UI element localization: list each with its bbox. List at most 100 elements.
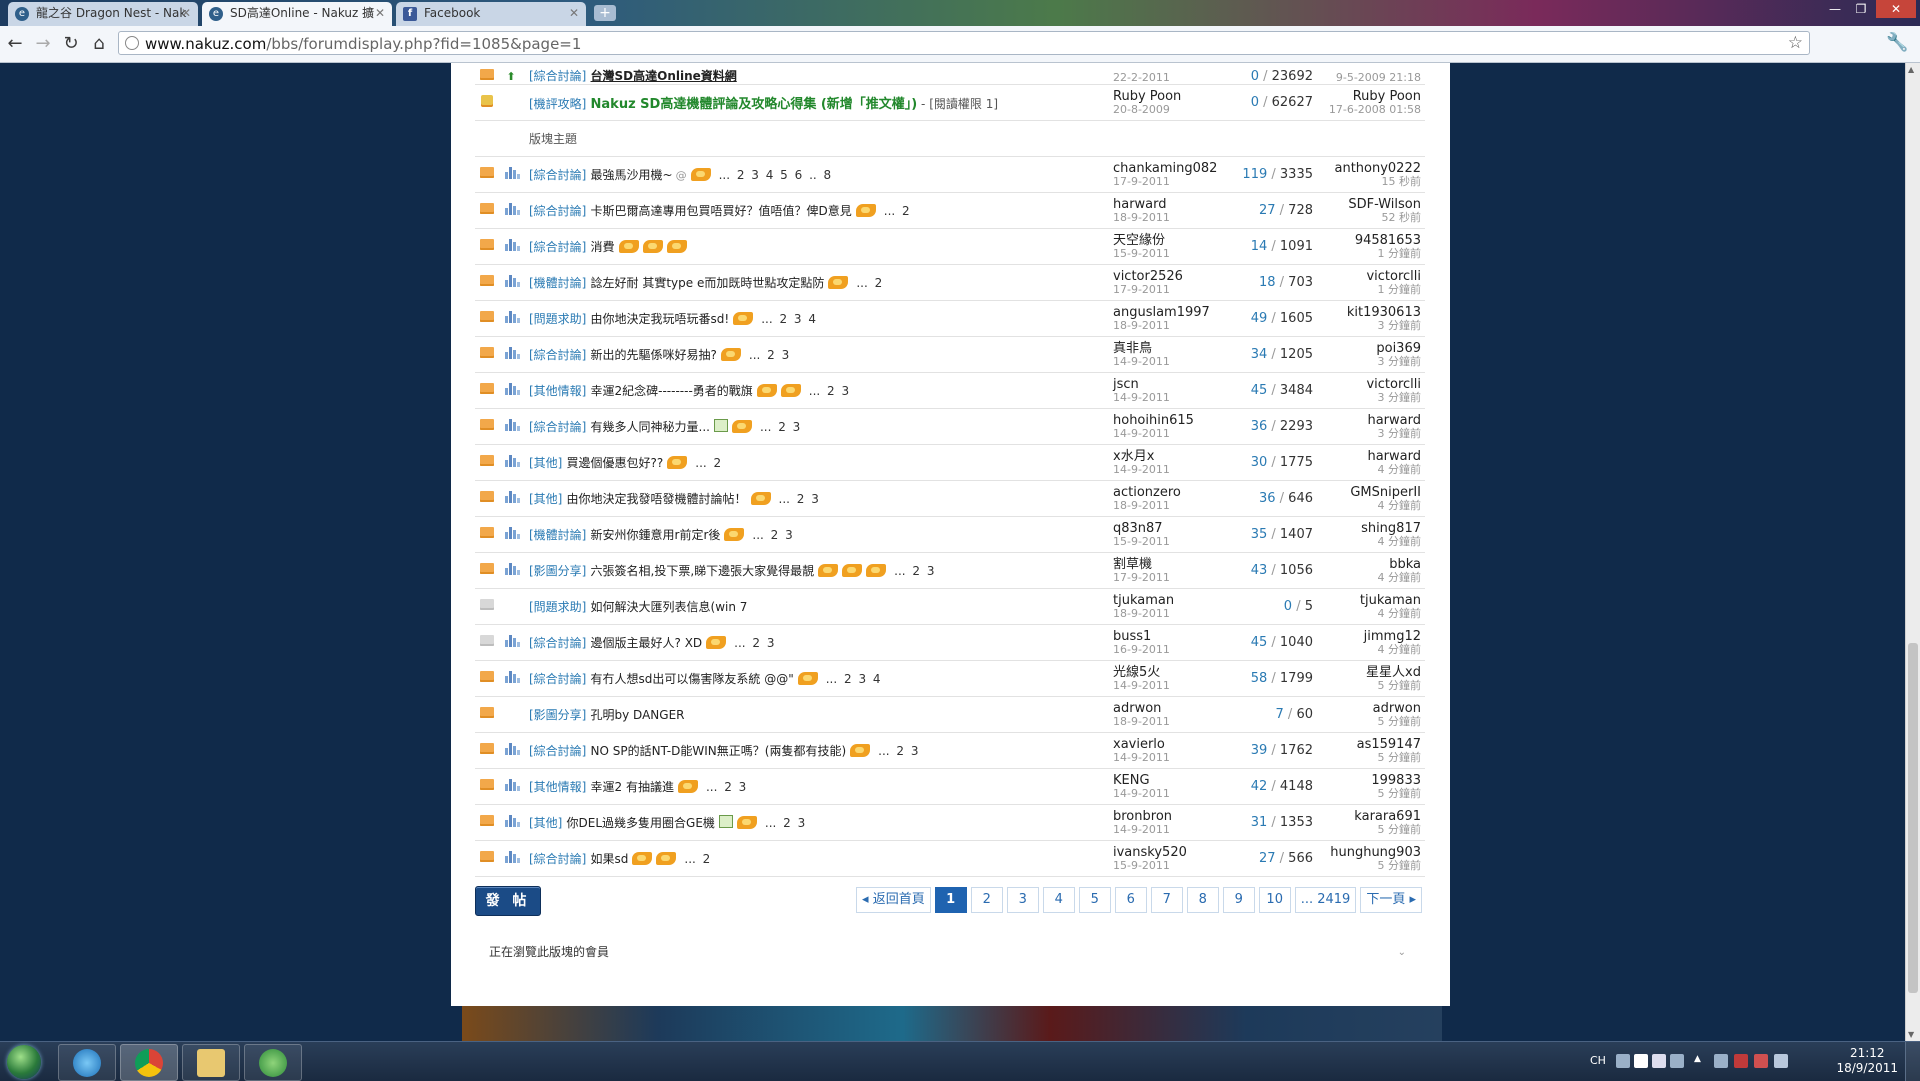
new-post-button[interactable]: 發 帖 bbox=[475, 886, 541, 916]
thread-row[interactable]: [問題求助] 由你地決定我玩唔玩番sd! ... 2 3 4 anguslam199… bbox=[475, 300, 1425, 337]
page-link[interactable]: 6 bbox=[1114, 887, 1147, 913]
wrench-menu-icon[interactable]: 🔧 bbox=[1886, 32, 1908, 53]
thread-title-link[interactable]: 邊個版主最好人? XD bbox=[591, 636, 703, 650]
language-indicator[interactable]: CH bbox=[1590, 1054, 1606, 1067]
last-post-time[interactable]: 4 分鐘前 bbox=[1321, 499, 1422, 512]
page-link[interactable]: 7 bbox=[1150, 887, 1183, 913]
thread-category-link[interactable]: [綜合討論] bbox=[529, 420, 586, 434]
last-poster-link[interactable]: 94581653 bbox=[1321, 233, 1421, 248]
thread-page-links[interactable]: ... 2 bbox=[856, 276, 882, 290]
page-info-icon[interactable] bbox=[125, 36, 139, 50]
thread-category-link[interactable]: [綜合討論] bbox=[529, 672, 586, 686]
last-post-time[interactable]: 1 分鐘前 bbox=[1321, 283, 1422, 296]
thread-category-link[interactable]: [機體討論] bbox=[529, 276, 586, 290]
address-bar[interactable]: www.nakuz.com/bbs/forumdisplay.php?fid=1… bbox=[118, 31, 1810, 55]
scroll-up-icon[interactable]: ▲ bbox=[1908, 65, 1914, 74]
thread-title-link[interactable]: 最強馬沙用機~ bbox=[591, 168, 673, 182]
close-window-icon[interactable]: ✕ bbox=[1876, 0, 1916, 18]
thread-row[interactable]: [綜合討論] NO SP的話NT-D能WIN無正嗎？(兩隻都有技能) ... 2 … bbox=[475, 732, 1425, 769]
taskbar-explorer[interactable] bbox=[182, 1044, 240, 1081]
author-link[interactable]: tjukaman bbox=[1113, 593, 1237, 608]
author-link[interactable]: Ruby Poon bbox=[1113, 89, 1237, 104]
thread-row[interactable]: [其他情報] 幸運2 有抽議進... 2 3 KENG 14-9-2011 42 / … bbox=[475, 768, 1425, 805]
thread-page-links[interactable]: ... 2 3 bbox=[752, 528, 792, 542]
taskbar-chrome[interactable] bbox=[120, 1044, 178, 1081]
page-link[interactable]: 8 bbox=[1186, 887, 1219, 913]
last-poster-link[interactable]: kit1930613 bbox=[1321, 305, 1421, 320]
thread-category-link[interactable]: [問題求助] bbox=[529, 600, 586, 614]
ime-settings-icon[interactable] bbox=[1670, 1054, 1684, 1068]
network-icon[interactable] bbox=[1714, 1054, 1728, 1068]
author-link[interactable]: victor2526 bbox=[1113, 269, 1237, 284]
page-link[interactable]: 3 bbox=[1006, 887, 1039, 913]
last-post-time[interactable]: 4 分鐘前 bbox=[1321, 571, 1422, 584]
thread-title-link[interactable]: 有冇人想sd出可以傷害隊友系統 @@" bbox=[591, 672, 794, 686]
thread-title-link[interactable]: 新安州你鍾意用r前定r後 bbox=[591, 528, 721, 542]
thread-title-link[interactable]: 諗左好耐 其實type e而加既時世點攻定點防 bbox=[591, 276, 825, 290]
thread-title-link[interactable]: 如何解決大匯列表信息(win 7 bbox=[591, 600, 748, 614]
thread-row[interactable]: [綜合討論] 有冇人想sd出可以傷害隊友系統 @@"... 2 3 4 光線5火 1… bbox=[475, 660, 1425, 697]
author-link[interactable]: x水月x bbox=[1113, 449, 1237, 464]
show-desktop-button[interactable] bbox=[1905, 1042, 1920, 1081]
last-poster-link[interactable]: victorclli bbox=[1321, 269, 1421, 284]
last-post-time[interactable]: 9-5-2009 21:18 bbox=[1321, 72, 1421, 84]
forward-icon[interactable]: → bbox=[32, 33, 54, 55]
page-link-last[interactable]: ... 2419 bbox=[1294, 887, 1357, 913]
thread-title-link[interactable]: 消費 bbox=[591, 240, 615, 254]
thread-category-link[interactable]: [其他] bbox=[529, 816, 562, 830]
thread-row[interactable]: [綜合討論] 卡斯巴爾高達專用包買唔買好？值唔值？俾D意見 ... 2 harwar… bbox=[475, 192, 1425, 229]
author-link[interactable]: xavierlo bbox=[1113, 737, 1237, 752]
last-poster-link[interactable]: GMSniperII bbox=[1321, 485, 1421, 500]
page-scrollbar[interactable]: ▲ ▼ bbox=[1905, 63, 1920, 1041]
last-post-time[interactable]: 15 秒前 bbox=[1321, 175, 1422, 188]
thread-row[interactable]: [綜合討論] 新出的先驅係咪好易抽?... 2 3 真非鳥 14-9-2011 34 … bbox=[475, 336, 1425, 373]
thread-page-links[interactable]: ... 2 3 bbox=[809, 384, 849, 398]
thread-page-links[interactable]: ... 2 3 bbox=[894, 564, 934, 578]
thread-row[interactable]: [機評攻略] Nakuz SD高達機體評論及攻略心得集 (新增「推文權」) - … bbox=[475, 84, 1425, 121]
last-poster-link[interactable]: SDF-Wilson bbox=[1321, 197, 1421, 212]
ime-mode-icon[interactable] bbox=[1634, 1054, 1648, 1068]
thread-title-link[interactable]: 你DEL過幾多隻用圈合GE機 bbox=[567, 816, 715, 830]
new-tab-button[interactable]: + bbox=[594, 5, 616, 21]
thread-title-link[interactable]: 由你地決定我發唔發機體討論帖！ bbox=[567, 492, 747, 506]
last-post-time[interactable]: 5 分鐘前 bbox=[1321, 751, 1422, 764]
author-link[interactable]: actionzero bbox=[1113, 485, 1237, 500]
taskbar-messenger[interactable] bbox=[244, 1044, 302, 1081]
page-link[interactable]: 1 bbox=[934, 887, 967, 913]
last-post-time[interactable]: 4 分鐘前 bbox=[1321, 643, 1422, 656]
thread-row[interactable]: [其他] 你DEL過幾多隻用圈合GE機 ... 2 3 bronbron 14-9-2… bbox=[475, 804, 1425, 841]
thread-row[interactable]: [影圖分享] 孔明by DANGER adrwon 18-9-2011 7 / 60 a… bbox=[475, 696, 1425, 733]
page-link[interactable]: 2 bbox=[970, 887, 1003, 913]
page-link[interactable]: 4 bbox=[1042, 887, 1075, 913]
author-link[interactable]: KENG bbox=[1113, 773, 1237, 788]
last-post-time[interactable]: 5 分鐘前 bbox=[1321, 715, 1422, 728]
thread-page-links[interactable]: ... 2 3 bbox=[706, 780, 746, 794]
scroll-down-icon[interactable]: ▼ bbox=[1908, 1030, 1914, 1039]
last-post-time[interactable]: 5 分鐘前 bbox=[1321, 859, 1422, 872]
last-poster-link[interactable]: anthony0222 bbox=[1321, 161, 1421, 176]
security-shield-icon[interactable] bbox=[1734, 1054, 1748, 1068]
thread-category-link[interactable]: [影圖分享] bbox=[529, 708, 586, 722]
page-link[interactable]: 9 bbox=[1222, 887, 1255, 913]
home-icon[interactable]: ⌂ bbox=[88, 33, 110, 55]
close-tab-icon[interactable]: ✕ bbox=[375, 2, 385, 25]
thread-page-links[interactable]: ... 2 bbox=[684, 852, 710, 866]
thread-row[interactable]: [其他情報] 幸運2紀念碑--------勇者的戰旗 ... 2 3 jscn 14-… bbox=[475, 372, 1425, 409]
thread-row[interactable]: [機體討論] 新安州你鍾意用r前定r後 ... 2 3 q83n87 15-9-201… bbox=[475, 516, 1425, 553]
restore-window-icon[interactable]: ❐ bbox=[1848, 0, 1874, 18]
bookmark-star-icon[interactable]: ☆ bbox=[1788, 33, 1803, 53]
thread-category-link[interactable]: [其他] bbox=[529, 492, 562, 506]
taskbar-clock[interactable]: 21:12 18/9/2011 bbox=[1836, 1046, 1898, 1076]
thread-page-links[interactable]: ... 2 3 bbox=[749, 348, 789, 362]
scrollbar-thumb[interactable] bbox=[1908, 643, 1918, 993]
ime-icon[interactable] bbox=[1616, 1054, 1630, 1068]
thread-title-link[interactable]: 由你地決定我玩唔玩番sd! bbox=[591, 312, 730, 326]
last-poster-link[interactable]: bbka bbox=[1321, 557, 1421, 572]
thread-row[interactable]: [問題求助] 如何解決大匯列表信息(win 7 tjukaman 18-9-2011… bbox=[475, 588, 1425, 625]
thread-page-links[interactable]: ... 2 3 4 bbox=[826, 672, 881, 686]
author-link[interactable]: 天空緣份 bbox=[1113, 233, 1237, 248]
thread-category-link[interactable]: [影圖分享] bbox=[529, 564, 586, 578]
thread-category-link[interactable]: [機評攻略] bbox=[529, 97, 586, 111]
thread-page-links[interactable]: ... 2 3 bbox=[765, 816, 805, 830]
author-link[interactable]: ivansky520 bbox=[1113, 845, 1237, 860]
